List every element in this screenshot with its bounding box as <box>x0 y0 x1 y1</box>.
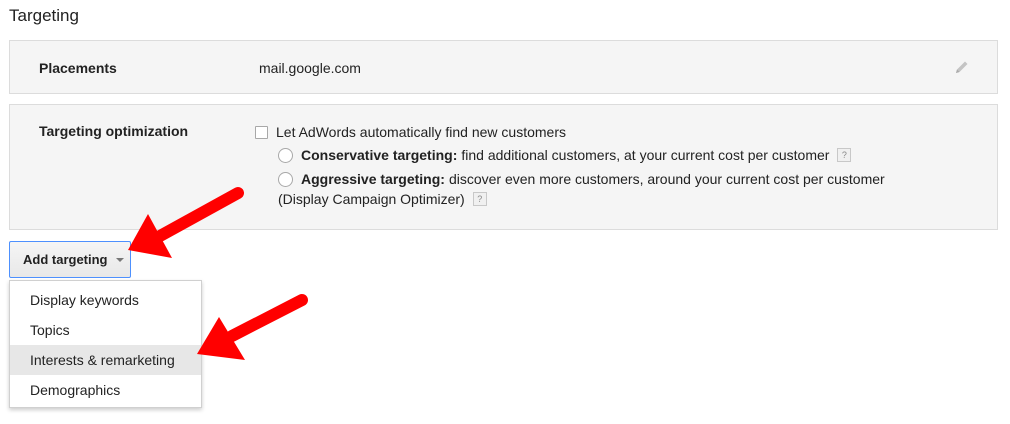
annotation-arrow-icon <box>197 294 308 360</box>
help-icon[interactable]: ? <box>837 148 852 162</box>
add-targeting-label: Add targeting <box>23 252 108 267</box>
auto-find-customers-checkbox[interactable] <box>255 125 268 139</box>
aggressive-targeting-radio[interactable] <box>278 171 293 187</box>
help-icon[interactable]: ? <box>472 192 487 206</box>
aggressive-targeting-option: Aggressive targeting: discover even more… <box>278 171 885 187</box>
conservative-targeting-radio[interactable] <box>278 147 293 163</box>
add-targeting-menu: Display keywords Topics Interests & rema… <box>9 280 202 408</box>
pencil-icon[interactable] <box>954 59 970 75</box>
conservative-targeting-option: Conservative targeting: find additional … <box>278 147 852 163</box>
targeting-optimization-panel: Targeting optimization Let AdWords autom… <box>9 104 998 230</box>
aggressive-targeting-title: Aggressive targeting: <box>301 171 445 187</box>
display-campaign-optimizer-note: (Display Campaign Optimizer) ? <box>278 191 487 207</box>
placements-value: mail.google.com <box>259 60 361 76</box>
placements-label: Placements <box>39 60 117 76</box>
menu-item-interests-remarketing[interactable]: Interests & remarketing <box>10 345 201 375</box>
menu-item-display-keywords[interactable]: Display keywords <box>10 285 201 315</box>
targeting-page: Targeting Placements mail.google.com Tar… <box>0 0 1010 424</box>
display-campaign-optimizer-label: (Display Campaign Optimizer) <box>278 191 465 207</box>
conservative-targeting-title: Conservative targeting: <box>301 147 458 163</box>
menu-item-topics[interactable]: Topics <box>10 315 201 345</box>
auto-find-customers-label: Let AdWords automatically find new custo… <box>276 124 566 140</box>
placements-panel: Placements mail.google.com <box>9 40 998 94</box>
chevron-down-icon <box>115 257 124 262</box>
section-title: Targeting <box>9 6 79 25</box>
add-targeting-button[interactable]: Add targeting <box>9 241 131 278</box>
targeting-optimization-label: Targeting optimization <box>39 123 189 139</box>
aggressive-targeting-description: discover even more customers, around you… <box>448 171 885 187</box>
menu-item-demographics[interactable]: Demographics <box>10 375 201 405</box>
conservative-targeting-description: find additional customers, at your curre… <box>461 147 830 163</box>
auto-find-customers-option: Let AdWords automatically find new custo… <box>255 124 566 140</box>
